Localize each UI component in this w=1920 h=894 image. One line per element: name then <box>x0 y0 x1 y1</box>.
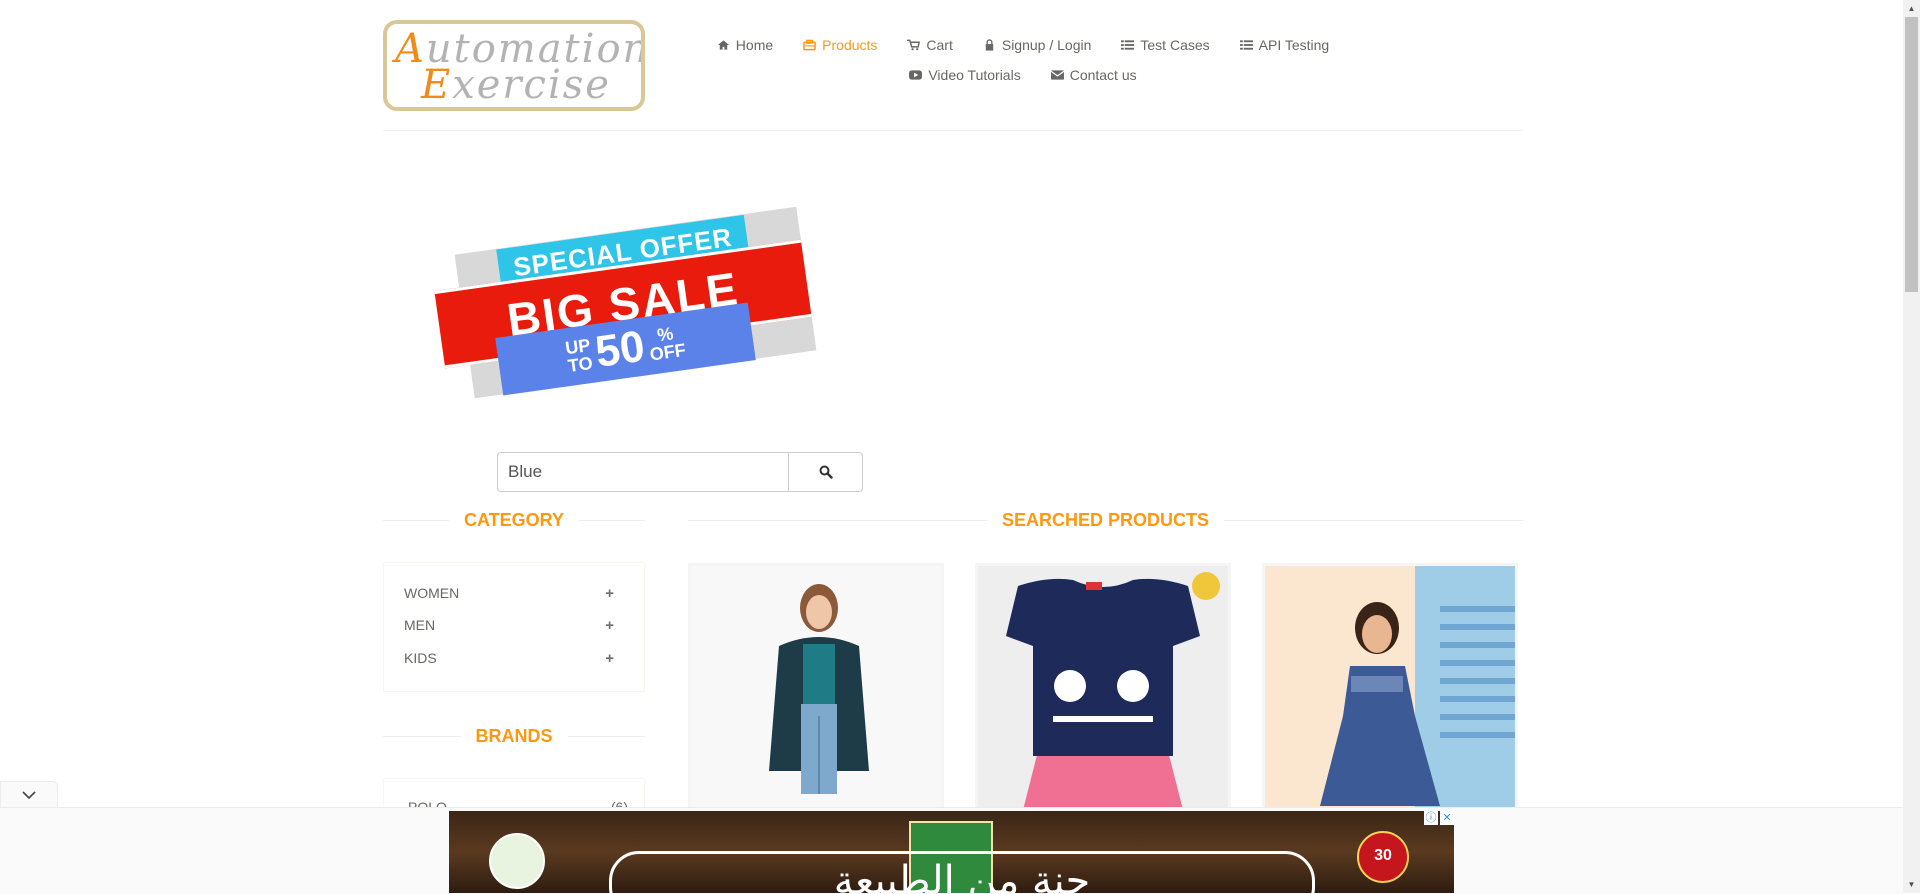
search-input[interactable] <box>497 452 789 492</box>
product-image <box>978 566 1228 810</box>
logo-cap-e: E <box>421 62 453 108</box>
banner-to: TO <box>566 352 594 377</box>
brand-logo <box>489 833 545 889</box>
searched-products-title: SEARCHED PRODUCTS <box>1001 510 1210 530</box>
category-women[interactable]: WOMEN + <box>404 585 614 602</box>
category-heading: CATEGORY <box>383 510 646 531</box>
header-divider <box>383 130 1523 131</box>
home-icon <box>717 40 729 50</box>
ad-headline: جنة من الطبيعة <box>609 851 1315 893</box>
ad-controls: ⓘ ✕ <box>1424 811 1454 825</box>
category-men[interactable]: MEN + <box>404 617 614 634</box>
ad-collapse-toggle[interactable] <box>0 781 58 808</box>
page-scrollbar[interactable]: ▲ ▼ <box>1903 0 1920 893</box>
sale-banner: SPECIAL OFFER BIG SALE UP TO 50 % OFF <box>434 206 838 399</box>
nav-api-testing[interactable]: API Testing <box>1239 37 1329 53</box>
products-icon <box>803 39 816 51</box>
scroll-up-arrow-icon[interactable]: ▲ <box>1903 0 1920 17</box>
brands-title: BRANDS <box>475 726 553 746</box>
nav-cart[interactable]: Cart <box>907 37 953 53</box>
product-image <box>691 566 941 810</box>
plus-icon[interactable]: + <box>605 585 614 602</box>
search-button[interactable] <box>789 452 863 492</box>
ad-close-icon[interactable]: ✕ <box>1440 811 1454 825</box>
nav-products[interactable]: Products <box>803 37 877 53</box>
advertisement[interactable]: جنة من الطبيعة 30 min ⓘ ✕ <box>449 811 1454 893</box>
banner-percent: 50 <box>592 321 648 377</box>
product-card[interactable] <box>1262 563 1518 813</box>
logo-text-2: xercise <box>452 62 611 108</box>
plus-icon[interactable]: + <box>605 617 614 634</box>
lock-icon <box>985 39 994 51</box>
list-icon <box>1121 40 1135 50</box>
product-card[interactable] <box>975 563 1231 813</box>
ad-badge: 30 min <box>1357 831 1409 883</box>
nav-video-tutorials[interactable]: Video Tutorials <box>909 67 1021 83</box>
list-icon <box>1239 40 1253 50</box>
nav-signup-login[interactable]: Signup / Login <box>983 37 1091 53</box>
banner-off: OFF <box>648 339 688 365</box>
category-title: CATEGORY <box>464 510 565 530</box>
product-search <box>497 452 863 492</box>
nav-test-cases[interactable]: Test Cases <box>1121 37 1210 53</box>
searched-products-heading: SEARCHED PRODUCTS <box>688 510 1523 531</box>
cart-icon <box>907 39 921 51</box>
product-image <box>1265 566 1515 810</box>
plus-icon[interactable]: + <box>605 650 614 667</box>
chevron-down-icon <box>22 791 36 800</box>
scroll-down-arrow-icon[interactable]: ▼ <box>1903 876 1920 893</box>
brands-heading: BRANDS <box>383 726 646 747</box>
site-logo[interactable]: Automation Exercise <box>383 20 645 111</box>
nav-row-1: Home Products Cart Signup / Login Test C… <box>717 30 1329 60</box>
nav-home[interactable]: Home <box>717 37 773 53</box>
main-nav: Home Products Cart Signup / Login Test C… <box>717 30 1329 90</box>
scroll-thumb[interactable] <box>1905 17 1918 292</box>
search-icon <box>819 465 833 479</box>
nav-contact-us[interactable]: Contact us <box>1050 67 1137 83</box>
envelope-icon <box>1050 70 1064 80</box>
category-kids[interactable]: KIDS + <box>404 650 614 667</box>
category-panel: WOMEN + MEN + KIDS + <box>383 562 645 692</box>
youtube-icon <box>909 70 923 80</box>
product-card[interactable] <box>688 563 944 813</box>
nav-row-2: Video Tutorials Contact us <box>743 60 1303 90</box>
ad-info-icon[interactable]: ⓘ <box>1424 811 1438 825</box>
